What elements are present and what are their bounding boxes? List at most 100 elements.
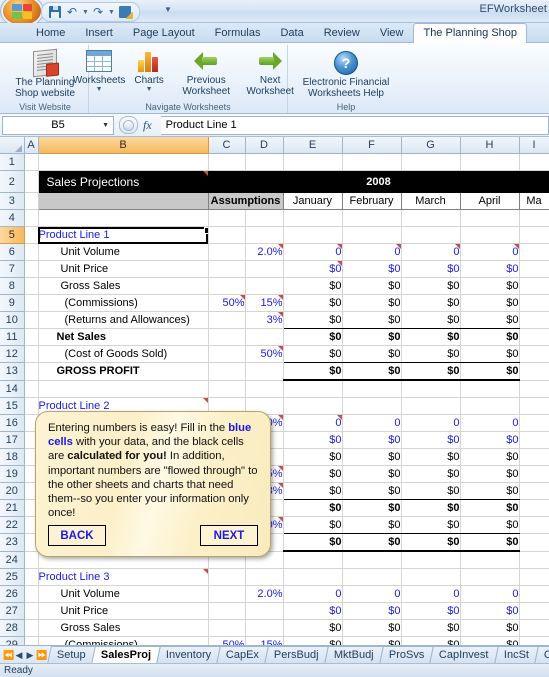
- data-cell[interactable]: $0: [342, 533, 402, 552]
- tab-page-layout[interactable]: Page Layout: [123, 23, 205, 42]
- data-cell[interactable]: $0: [401, 533, 461, 552]
- data-cell[interactable]: $0: [460, 533, 520, 552]
- data-cell[interactable]: $0: [460, 499, 520, 517]
- row-header-23[interactable]: 23: [0, 533, 25, 552]
- row-header-27[interactable]: 27: [0, 602, 25, 620]
- sheet-tab-capinvest[interactable]: CapInvest: [429, 646, 499, 664]
- data-cell[interactable]: $0: [342, 499, 402, 517]
- insert-function-toggle[interactable]: [119, 116, 138, 134]
- data-cell[interactable]: $0: [401, 619, 461, 637]
- data-cell[interactable]: $0: [342, 482, 402, 500]
- row-header-3[interactable]: 3: [0, 192, 25, 210]
- charts-button[interactable]: Charts ▼: [125, 47, 173, 95]
- data-cell[interactable]: $0: [342, 328, 402, 346]
- data-cell[interactable]: $0: [401, 499, 461, 517]
- data-cell[interactable]: $0: [342, 362, 402, 381]
- data-cell[interactable]: $0: [283, 448, 343, 466]
- print-preview-button[interactable]: [116, 5, 133, 20]
- data-cell[interactable]: $0: [342, 516, 402, 534]
- row-header-10[interactable]: 10: [0, 311, 25, 329]
- data-cell[interactable]: $0: [401, 311, 461, 329]
- data-cell[interactable]: $0: [342, 345, 402, 363]
- data-cell[interactable]: $0: [460, 311, 520, 329]
- data-cell[interactable]: $0: [283, 482, 343, 500]
- tab-data[interactable]: Data: [270, 23, 313, 42]
- data-cell[interactable]: $0: [342, 294, 402, 312]
- data-cell[interactable]: $0: [401, 277, 461, 295]
- data-cell[interactable]: 0: [460, 585, 520, 603]
- row-header-14[interactable]: 14: [0, 380, 25, 398]
- formula-input[interactable]: Product Line 1: [160, 115, 549, 135]
- data-cell[interactable]: $0: [401, 448, 461, 466]
- data-cell[interactable]: $0: [283, 516, 343, 534]
- data-cell[interactable]: 0: [460, 243, 520, 261]
- undo-dropdown-caret-icon[interactable]: ▼: [82, 9, 89, 16]
- data-cell[interactable]: 0: [283, 585, 343, 603]
- data-cell[interactable]: $0: [401, 260, 461, 278]
- column-header-g[interactable]: G: [401, 137, 461, 154]
- previous-sheet-button[interactable]: ◀: [14, 650, 24, 661]
- data-cell[interactable]: $0: [283, 277, 343, 295]
- data-cell[interactable]: $0: [283, 431, 343, 449]
- data-cell[interactable]: $0: [283, 294, 343, 312]
- row-header-11[interactable]: 11: [0, 328, 25, 346]
- data-cell[interactable]: $0: [342, 277, 402, 295]
- data-cell[interactable]: $0: [283, 260, 343, 278]
- row-header-4[interactable]: 4: [0, 209, 25, 227]
- redo-dropdown-caret-icon[interactable]: ▼: [108, 9, 115, 16]
- row-header-21[interactable]: 21: [0, 499, 25, 517]
- data-cell[interactable]: $0: [460, 602, 520, 620]
- data-cell[interactable]: $0: [342, 602, 402, 620]
- next-sheet-button[interactable]: ▶: [25, 650, 35, 661]
- data-cell[interactable]: 0: [460, 414, 520, 432]
- select-all-corner[interactable]: [0, 137, 25, 154]
- row-header-20[interactable]: 20: [0, 482, 25, 500]
- data-cell[interactable]: $0: [460, 431, 520, 449]
- chevron-down-icon[interactable]: ▼: [96, 86, 103, 94]
- data-cell[interactable]: $0: [283, 465, 343, 483]
- chevron-down-icon[interactable]: ▼: [102, 122, 109, 129]
- row-header-8[interactable]: 8: [0, 277, 25, 295]
- data-cell[interactable]: 0: [342, 243, 402, 261]
- row-header-13[interactable]: 13: [0, 362, 25, 381]
- assumption-value[interactable]: 50%: [208, 294, 246, 312]
- data-cell[interactable]: $0: [460, 277, 520, 295]
- row-header-12[interactable]: 12: [0, 345, 25, 363]
- assumption-value[interactable]: 2.0%: [245, 243, 284, 261]
- assumption-value[interactable]: 2.0%: [245, 585, 284, 603]
- data-cell[interactable]: 0: [401, 243, 461, 261]
- data-cell[interactable]: $0: [401, 516, 461, 534]
- data-cell[interactable]: $0: [342, 465, 402, 483]
- data-cell[interactable]: 0: [283, 243, 343, 261]
- name-box[interactable]: B5 ▼: [2, 115, 114, 135]
- spreadsheet-area[interactable]: A B C D E F G H I 1 2 Sales Projections: [0, 137, 549, 650]
- data-cell[interactable]: $0: [342, 619, 402, 637]
- data-cell[interactable]: $0: [460, 260, 520, 278]
- data-cell[interactable]: $0: [342, 448, 402, 466]
- data-cell[interactable]: $0: [283, 533, 343, 552]
- row-header-2[interactable]: 2: [0, 170, 25, 193]
- sheet-tab-salesproj[interactable]: SalesProj: [90, 646, 161, 664]
- tab-the-planning-shop[interactable]: The Planning Shop: [413, 23, 528, 43]
- data-cell[interactable]: $0: [283, 345, 343, 363]
- data-cell[interactable]: $0: [401, 328, 461, 346]
- data-cell[interactable]: $0: [401, 362, 461, 381]
- cell-b5[interactable]: Product Line 1: [38, 226, 209, 244]
- office-orb-button[interactable]: [3, 0, 41, 25]
- column-header-b[interactable]: B: [38, 137, 209, 154]
- data-cell[interactable]: $0: [342, 431, 402, 449]
- previous-worksheet-button[interactable]: Previous Worksheet: [175, 47, 237, 98]
- data-cell[interactable]: $0: [342, 311, 402, 329]
- row-header-16[interactable]: 16: [0, 414, 25, 432]
- row-header-18[interactable]: 18: [0, 448, 25, 466]
- data-cell[interactable]: $0: [283, 619, 343, 637]
- sheet-tab-prosvs[interactable]: ProSvs: [378, 646, 434, 664]
- column-header-i[interactable]: I: [519, 137, 549, 154]
- data-cell[interactable]: 0: [401, 414, 461, 432]
- data-cell[interactable]: $0: [283, 362, 343, 381]
- row-header-25[interactable]: 25: [0, 568, 25, 586]
- data-cell[interactable]: 0: [283, 414, 343, 432]
- chevron-down-icon[interactable]: ▼: [146, 86, 153, 94]
- data-cell[interactable]: 0: [401, 585, 461, 603]
- tab-view[interactable]: View: [370, 23, 414, 42]
